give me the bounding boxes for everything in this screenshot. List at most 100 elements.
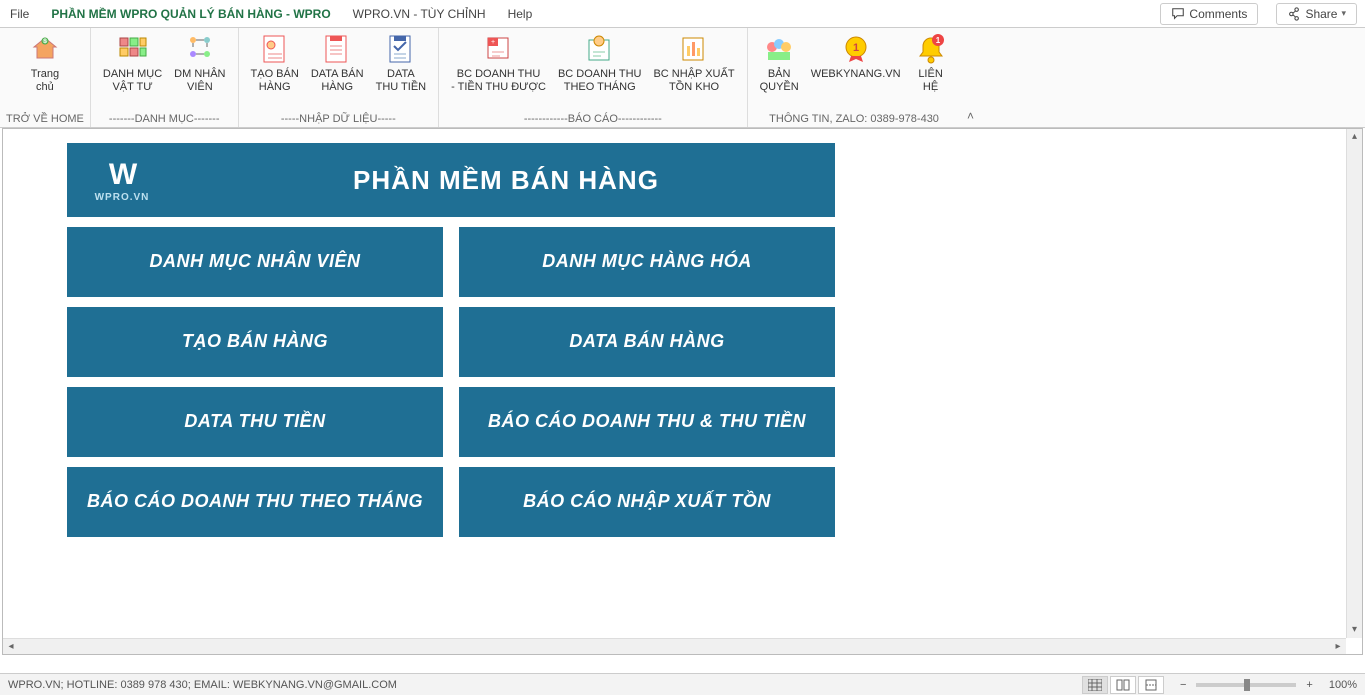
logo-w-icon: W (109, 158, 135, 192)
zoom-out-button[interactable]: − (1176, 679, 1190, 691)
ribbon-nhanvien-button[interactable]: DM NHÂNVIÊN (168, 30, 231, 111)
share-label: Share (1305, 7, 1337, 21)
ribbon-group-nhap-label: -----NHẬP DỮ LIỆU----- (245, 111, 433, 127)
page-layout-icon (1116, 679, 1130, 691)
menubar: File PHẦN MỀM WPRO QUẢN LÝ BÁN HÀNG - WP… (0, 0, 1365, 28)
ribbon-databan-button[interactable]: DATA BÁNHÀNG (305, 30, 370, 111)
bcdt-icon: + (482, 32, 516, 66)
bcthang-icon (583, 32, 617, 66)
chevron-down-icon: ▾ (1341, 8, 1346, 19)
ribbon-bcdt-button[interactable]: + BC DOANH THU- TIỀN THU ĐƯỢC (445, 30, 552, 111)
tile-tao-banhang[interactable]: TẠO BÁN HÀNG (67, 307, 443, 377)
scroll-down-icon[interactable]: ▾ (1347, 622, 1362, 638)
ribbon-web-label: WEBKYNANG.VN (811, 68, 901, 81)
ribbon-group-danhmuc: DANH MỤCVẬT TƯ DM NHÂNVIÊN -------DANH M… (91, 28, 239, 127)
ribbon-nhanvien-label: DM NHÂNVIÊN (174, 68, 225, 93)
scroll-up-icon[interactable]: ▴ (1347, 129, 1362, 145)
chevron-up-icon: ˄ (967, 109, 974, 123)
ribbon-home-button[interactable]: $ Trangchủ (21, 30, 69, 111)
tiles-grid: DANH MỤC NHÂN VIÊN DANH MỤC HÀNG HÓA TẠO… (67, 227, 835, 537)
ribbon-collapse-button[interactable]: ˄ (961, 28, 981, 127)
tile-data-banhang[interactable]: DATA BÁN HÀNG (459, 307, 835, 377)
ribbon-bcdt-label: BC DOANH THU- TIỀN THU ĐƯỢC (451, 68, 546, 93)
ribbon: $ Trangchủ TRỞ VỀ HOME DANH MỤCVẬT TƯ DM… (0, 28, 1365, 128)
ribbon-group-home-label: TRỞ VỀ HOME (6, 111, 84, 127)
svg-text:1: 1 (935, 36, 940, 45)
taoban-icon (258, 32, 292, 66)
ribbon-lienhe-button[interactable]: 1 LIÊNHỆ (907, 30, 955, 111)
tile-danhmuc-nhanvien[interactable]: DANH MỤC NHÂN VIÊN (67, 227, 443, 297)
scroll-right-icon[interactable]: ▸ (1330, 641, 1346, 652)
statusbar: WPRO.VN; HOTLINE: 0389 978 430; EMAIL: W… (0, 673, 1365, 695)
tile-bc-nhapxuatton[interactable]: BÁO CÁO NHẬP XUẤT TỒN (459, 467, 835, 537)
ribbon-group-info-label: THÔNG TIN, ZALO: 0389-978-430 (754, 111, 955, 127)
datathu-icon (384, 32, 418, 66)
zoom-slider[interactable] (1196, 683, 1296, 687)
tile-bc-doanhthu-thang[interactable]: BÁO CÁO DOANH THU THEO THÁNG (67, 467, 443, 537)
ribbon-web-button[interactable]: 1 WEBKYNANG.VN (805, 30, 907, 111)
svg-text:1: 1 (853, 42, 859, 54)
ribbon-group-danhmuc-label: -------DANH MỤC------- (97, 111, 232, 127)
zoom-handle[interactable] (1244, 679, 1250, 691)
menu-tab-custom[interactable]: WPRO.VN - TÙY CHỈNH (351, 3, 488, 25)
bell-icon: 1 (914, 32, 948, 66)
workspace: W WPRO.VN PHẦN MỀM BÁN HÀNG DANH MỤC NHÂ… (2, 128, 1363, 655)
share-icon (1287, 7, 1301, 21)
ribbon-home-label: Trangchủ (31, 68, 59, 93)
bcnxt-icon (677, 32, 711, 66)
home-icon: $ (28, 32, 62, 66)
view-normal-button[interactable] (1082, 676, 1108, 694)
ribbon-group-baocao: + BC DOANH THU- TIỀN THU ĐƯỢC BC DOANH T… (439, 28, 747, 127)
view-pagebreak-button[interactable] (1138, 676, 1164, 694)
ribbon-banquyen-button[interactable]: BẢNQUYỀN (754, 30, 805, 111)
ribbon-group-home: $ Trangchủ TRỞ VỀ HOME (0, 28, 91, 127)
ribbon-lienhe-label: LIÊNHỆ (918, 68, 942, 93)
ribbon-bcnxt-label: BC NHẬP XUẤTTỒN KHO (653, 68, 734, 93)
ribbon-vattu-button[interactable]: DANH MỤCVẬT TƯ (97, 30, 168, 111)
grid-view-icon (1088, 679, 1102, 691)
zoom-in-button[interactable]: + (1302, 679, 1316, 691)
ribbon-bcthang-label: BC DOANH THUTHEO THÁNG (558, 68, 642, 93)
banner-title: PHẦN MỀM BÁN HÀNG (177, 165, 835, 196)
tile-danhmuc-hanghoa[interactable]: DANH MỤC HÀNG HÓA (459, 227, 835, 297)
wpro-logo: W WPRO.VN (67, 158, 177, 203)
status-text: WPRO.VN; HOTLINE: 0389 978 430; EMAIL: W… (8, 679, 397, 691)
logo-sub: WPRO.VN (95, 192, 150, 203)
ribbon-taoban-button[interactable]: TẠO BÁNHÀNG (245, 30, 305, 111)
tile-data-thutien[interactable]: DATA THU TIỀN (67, 387, 443, 457)
view-page-layout-button[interactable] (1110, 676, 1136, 694)
comment-icon (1171, 7, 1185, 21)
banner: W WPRO.VN PHẦN MỀM BÁN HÀNG (67, 143, 835, 217)
ribbon-datathu-button[interactable]: DATATHU TIỀN (370, 30, 433, 111)
databan-icon (320, 32, 354, 66)
sheet[interactable]: W WPRO.VN PHẦN MỀM BÁN HÀNG DANH MỤC NHÂ… (3, 129, 1346, 638)
ribbon-group-nhap: TẠO BÁNHÀNG DATA BÁNHÀNG DATATHU TIỀN --… (239, 28, 440, 127)
horizontal-scrollbar[interactable]: ◂ ▸ (3, 638, 1346, 654)
ribbon-vattu-label: DANH MỤCVẬT TƯ (103, 68, 162, 93)
svg-text:+: + (490, 39, 494, 46)
nhanvien-icon (183, 32, 217, 66)
ribbon-bcnxt-button[interactable]: BC NHẬP XUẤTTỒN KHO (647, 30, 740, 111)
zoom-value[interactable]: 100% (1329, 679, 1357, 691)
tile-bc-doanhthu-thutien[interactable]: BÁO CÁO DOANH THU & THU TIỀN (459, 387, 835, 457)
ribbon-group-baocao-label: ------------BÁO CÁO------------ (445, 111, 740, 127)
menu-tab-main[interactable]: PHẦN MỀM WPRO QUẢN LÝ BÁN HÀNG - WPRO (49, 3, 332, 25)
zoom-control: − + 100% (1176, 679, 1357, 691)
menu-file[interactable]: File (8, 3, 31, 25)
menu-help[interactable]: Help (506, 3, 535, 25)
banquyen-icon (762, 32, 796, 66)
medal-icon: 1 (839, 32, 873, 66)
comments-button[interactable]: Comments (1160, 3, 1258, 25)
comments-label: Comments (1189, 7, 1247, 21)
vertical-scrollbar[interactable]: ▴ ▾ (1346, 129, 1362, 638)
scroll-left-icon[interactable]: ◂ (3, 641, 19, 652)
ribbon-bcthang-button[interactable]: BC DOANH THUTHEO THÁNG (552, 30, 648, 111)
ribbon-databan-label: DATA BÁNHÀNG (311, 68, 364, 93)
ribbon-group-info: BẢNQUYỀN 1 WEBKYNANG.VN 1 LIÊNHỆ THÔNG T… (748, 28, 961, 127)
vattu-icon (116, 32, 150, 66)
ribbon-banquyen-label: BẢNQUYỀN (760, 68, 799, 93)
ribbon-taoban-label: TẠO BÁNHÀNG (251, 68, 299, 93)
ribbon-datathu-label: DATATHU TIỀN (376, 68, 427, 93)
share-button[interactable]: Share ▾ (1276, 3, 1357, 25)
pagebreak-icon (1144, 679, 1158, 691)
